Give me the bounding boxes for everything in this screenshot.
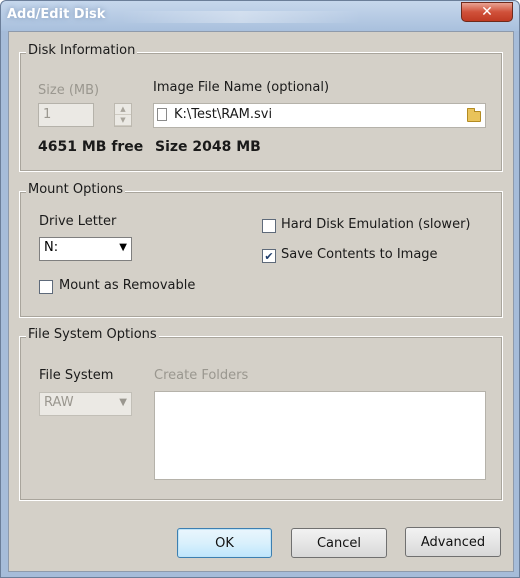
chevron-down-icon: ▼: [119, 397, 127, 408]
mount-removable-label[interactable]: Mount as Removable: [59, 278, 195, 293]
dialog-client-area: Disk Information Size (MB) 1 ▲ ▼ Image F…: [8, 31, 514, 572]
free-space-text: 4651 MB free: [38, 139, 144, 155]
close-button[interactable]: ✕: [461, 2, 513, 22]
hard-disk-emulation-label[interactable]: Hard Disk Emulation (slower): [281, 217, 470, 232]
drive-letter-select[interactable]: N: ▼: [39, 237, 132, 261]
file-system-options-group: File System Options File System RAW ▼ Cr…: [19, 327, 503, 501]
close-icon: ✕: [481, 4, 493, 20]
ok-button[interactable]: OK: [177, 528, 272, 558]
spin-down-icon[interactable]: ▼: [115, 115, 131, 126]
drive-letter-label: Drive Letter: [39, 214, 117, 229]
disk-information-group: Disk Information Size (MB) 1 ▲ ▼ Image F…: [19, 43, 503, 172]
save-contents-label[interactable]: Save Contents to Image: [281, 247, 438, 262]
file-icon: [157, 108, 167, 121]
browse-folder-icon[interactable]: [467, 108, 481, 122]
file-system-value: RAW: [44, 395, 74, 410]
image-file-input[interactable]: K:\Test\RAM.svi: [153, 103, 486, 128]
file-system-options-title: File System Options: [26, 327, 159, 342]
title-bar[interactable]: Add/Edit Disk ✕: [1, 1, 519, 31]
mount-removable-checkbox[interactable]: [39, 280, 53, 294]
file-system-label: File System: [39, 368, 114, 383]
check-icon: ✔: [264, 249, 274, 263]
create-folders-textarea[interactable]: [154, 391, 486, 480]
mount-options-title: Mount Options: [26, 182, 126, 197]
size-label: Size (MB): [38, 83, 100, 98]
chevron-down-icon: ▼: [119, 242, 127, 253]
size-spinner[interactable]: ▲ ▼: [114, 103, 132, 127]
window-title: Add/Edit Disk: [7, 7, 106, 22]
image-file-value: K:\Test\RAM.svi: [174, 107, 273, 122]
disk-size-text: Size 2048 MB: [155, 139, 261, 155]
disk-information-title: Disk Information: [26, 43, 138, 58]
file-system-select[interactable]: RAW ▼: [39, 392, 132, 416]
image-file-label: Image File Name (optional): [153, 80, 330, 95]
mount-options-group: Mount Options Drive Letter N: ▼ Hard Dis…: [19, 182, 503, 318]
save-contents-checkbox[interactable]: ✔: [262, 249, 276, 263]
drive-letter-value: N:: [44, 240, 59, 255]
hard-disk-emulation-checkbox[interactable]: [262, 219, 276, 233]
title-bar-background: [121, 11, 361, 23]
cancel-button[interactable]: Cancel: [291, 528, 387, 558]
size-input[interactable]: 1: [38, 103, 94, 127]
dialog-window: Add/Edit Disk ✕ Disk Information Size (M…: [0, 0, 520, 578]
create-folders-label: Create Folders: [154, 368, 249, 383]
advanced-button[interactable]: Advanced: [405, 527, 501, 557]
spin-up-icon[interactable]: ▲: [115, 104, 131, 115]
